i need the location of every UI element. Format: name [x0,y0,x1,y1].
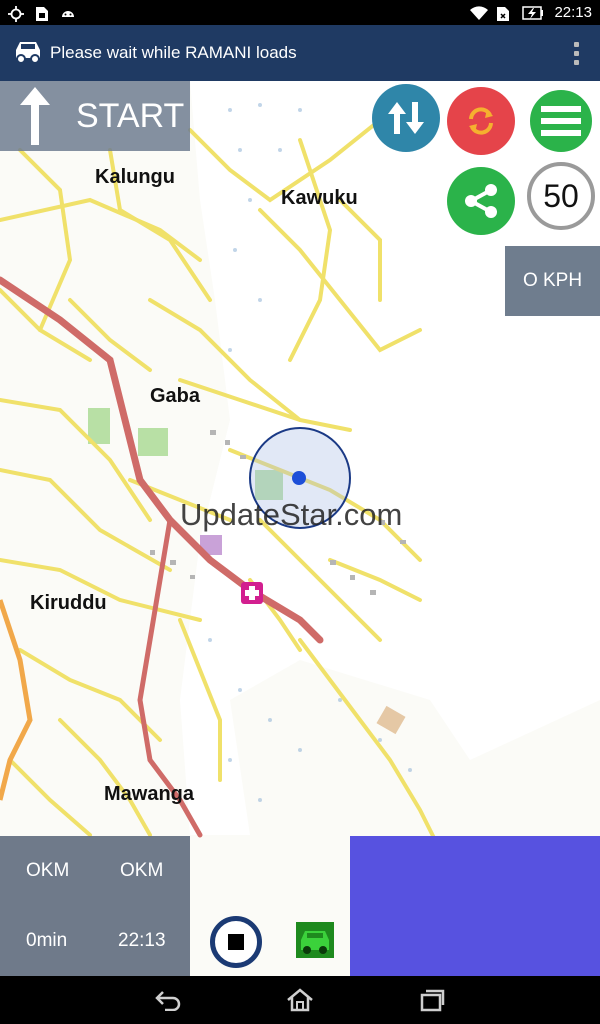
back-button[interactable] [146,983,190,1017]
home-button[interactable] [278,983,322,1017]
swap-arrows-icon [388,102,424,134]
place-label: Kiruddu [30,592,107,614]
time-left: 0min [26,930,68,951]
watermark: UpdateStar.com [180,497,403,532]
distance-left: OKM [26,860,70,881]
start-button[interactable]: START [0,81,190,151]
car-icon [296,922,334,958]
recents-button[interactable] [410,983,454,1017]
app-screen: 22:13 Please wait while RAMANI loads Kal… [0,0,600,1024]
app-title: Please wait while RAMANI loads [50,43,297,62]
android-icon [60,6,76,20]
arrow-up-icon [0,81,70,151]
speed-readout: O KPH [505,246,600,316]
stop-button[interactable] [210,916,262,968]
start-label: START [76,96,185,135]
menu-button[interactable] [527,87,595,155]
speed-limit-sign: 50 [527,162,595,230]
hamburger-menu-icon [541,106,581,136]
status-bar: 22:13 [0,0,600,25]
wifi-icon [470,5,489,20]
car-mode-button[interactable] [296,922,334,960]
refresh-button[interactable] [447,87,515,155]
back-icon [155,991,181,1011]
home-icon [287,988,313,1012]
app-bar: Please wait while RAMANI loads [0,25,600,81]
place-label: Gaba [150,385,201,407]
overflow-menu-icon[interactable] [564,38,588,68]
status-time: 22:13 [554,4,592,21]
sim-icon [34,6,50,21]
battery-charging-icon [522,5,544,20]
car-icon [12,38,44,69]
gps-icon [8,5,24,22]
place-label: Kawuku [281,187,358,209]
place-label: Kalungu [95,166,175,188]
time-right: 22:13 [118,930,166,951]
info-panel [350,836,600,976]
sim-signal-icon [496,6,512,21]
stop-icon [228,934,244,950]
distance-right: OKM [120,860,164,881]
share-button[interactable] [447,167,515,235]
swap-arrows-button[interactable] [372,84,440,152]
refresh-icon [469,107,493,135]
place-label: Mawanga [104,783,195,805]
recents-icon [420,989,445,1012]
system-nav-bar [0,976,600,1024]
trip-info-panel: OKM OKM 0min 22:13 [0,836,190,976]
share-icon [465,184,497,218]
